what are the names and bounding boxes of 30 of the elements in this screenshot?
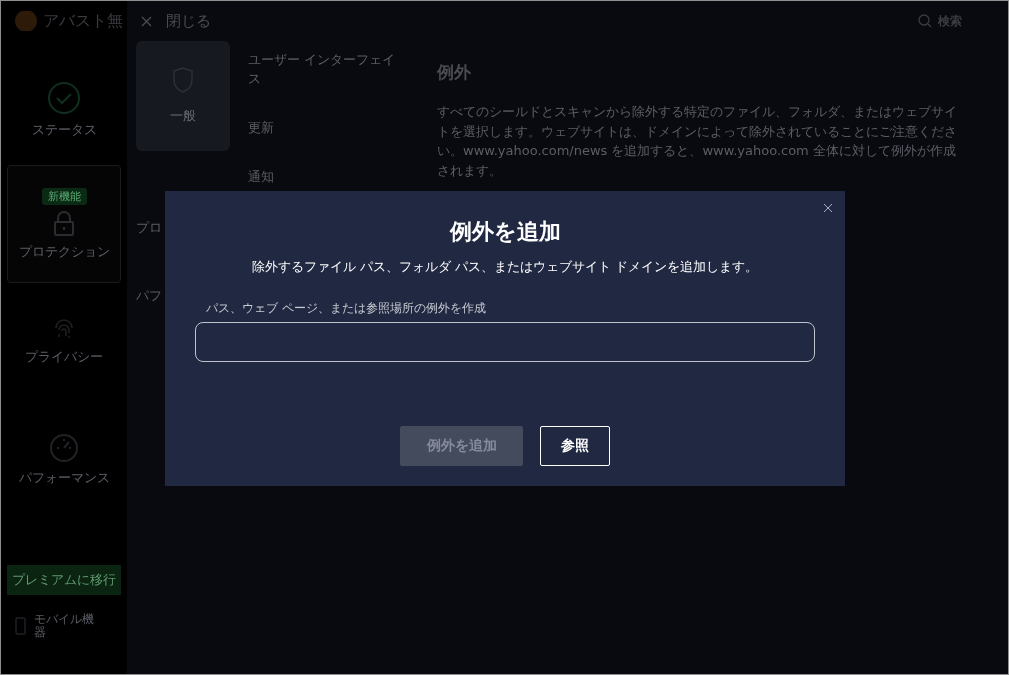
close-icon[interactable] [823,203,833,213]
close-icon [141,15,152,27]
close-button[interactable]: 閉じる [141,11,211,31]
app-logo-icon [15,11,37,31]
field-label: パス、ウェブ ページ、または参照場所の例外を作成 [206,300,486,317]
dialog-subtitle: 除外するファイル パス、フォルダ パス、またはウェブサイト ドメインを追加します。 [252,259,758,276]
app-title: アバスト無 [43,11,123,31]
section-description: すべてのシールドとスキャンから除外する特定のファイル、フォルダ、またはウェブサイトを選択します。ウェブサイトは、ドメインによって除外されていることにご注意ください。www.yahoo.com/news を追加すると、www.yahoo.com 全体に対して例外が作成されます。 [437,103,958,180]
subnav-item[interactable]: 更新 [248,118,398,138]
check-circle-icon [47,81,81,115]
sidebar-item[interactable]: 新機能 プロテクション [7,165,121,283]
search-icon [918,14,932,28]
lock-icon [53,210,75,237]
browse-button[interactable]: 参照 [540,426,610,466]
upgrade-button[interactable]: プレミアムに移行 [7,565,121,595]
dialog-title: 例外を追加 [449,218,561,246]
exception-input-field[interactable] [195,322,815,362]
sidebar-item[interactable]: プライバシー [7,283,121,401]
shield-icon [172,67,194,93]
sidebar-item[interactable]: ステータス [7,55,121,165]
new-badge: 新機能 [41,187,87,205]
mobile-link[interactable]: モバイル機器 [34,612,104,639]
sidebar-item[interactable]: パフォーマンス [7,401,121,519]
section-title: 例外 [437,61,472,84]
gauge-icon [49,433,79,463]
subnav-item[interactable]: 通知 [248,167,398,187]
category-tile[interactable]: プロ [136,219,166,237]
category-tile[interactable]: パフ [136,287,166,305]
phone-icon [15,616,26,635]
subnav-item[interactable]: ユーザー インターフェイス [248,51,398,89]
